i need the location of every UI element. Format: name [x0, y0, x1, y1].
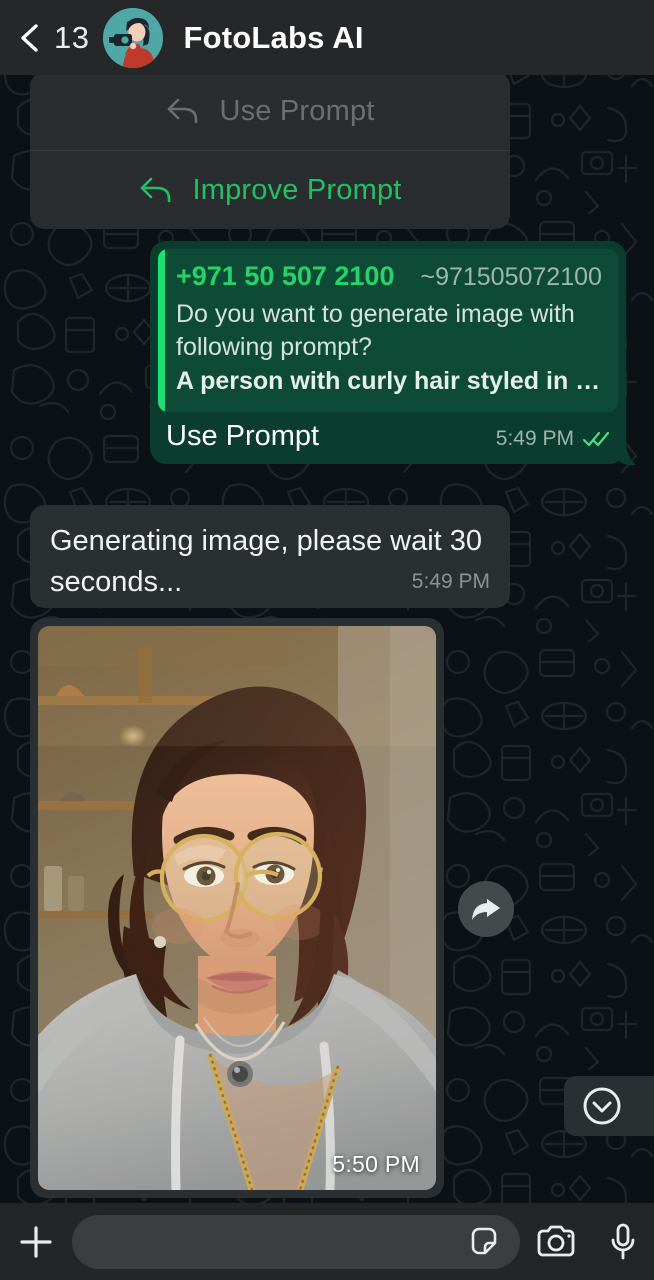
chevron-down-circle-icon — [583, 1087, 621, 1125]
message-timestamp: 5:49 PM — [411, 570, 490, 594]
menu-item-use-prompt[interactable]: Use Prompt — [30, 72, 510, 150]
menu-item-improve-prompt[interactable]: Improve Prompt — [30, 151, 510, 229]
message-timestamp: 5:49 PM — [495, 427, 574, 450]
image-message-bubble[interactable]: 5:50 PM — [30, 618, 444, 1198]
whatsapp-chat-screen: 13 FotoLabs AI Use Prompt Improve Prompt… — [0, 0, 654, 1280]
attach-plus-button[interactable] — [0, 1221, 72, 1263]
outgoing-message-text: Use Prompt — [166, 419, 320, 452]
incoming-message-bubble[interactable]: Generating image, please wait 30 seconds… — [30, 505, 510, 609]
message-composer-bar — [0, 1203, 654, 1280]
back-chevron-icon[interactable] — [14, 21, 48, 55]
camera-icon — [537, 1225, 575, 1256]
contact-avatar[interactable] — [103, 7, 164, 68]
quote-line-3: A person with curly hair styled in a car… — [176, 366, 604, 395]
contact-name[interactable]: FotoLabs AI — [183, 20, 363, 56]
scroll-to-bottom-button[interactable] — [564, 1076, 654, 1136]
double-check-icon — [582, 430, 612, 448]
reply-arrow-icon — [138, 173, 176, 207]
sticker-icon — [471, 1227, 497, 1254]
quote-line-2: following prompt? — [176, 333, 372, 362]
image-timestamp: 5:50 PM — [332, 1151, 420, 1177]
unread-count-badge[interactable]: 13 — [54, 20, 89, 56]
quote-line-1: Do you want to generate image with — [176, 300, 575, 328]
microphone-button[interactable] — [592, 1221, 654, 1263]
menu-item-label: Use Prompt — [219, 94, 375, 127]
quote-header: +971 50 507 2100 ~971505072100 — [176, 261, 604, 292]
forward-button[interactable] — [458, 881, 514, 937]
bubble-tail — [616, 439, 638, 467]
menu-item-label: Improve Prompt — [192, 173, 402, 206]
outgoing-message-bubble[interactable]: +971 50 507 2100 ~971505072100 Do you wa… — [150, 241, 636, 466]
plus-icon — [20, 1225, 52, 1258]
prompt-action-menu: Use Prompt Improve Prompt — [30, 72, 510, 229]
reply-arrow-icon — [165, 94, 203, 128]
quote-author: +971 50 507 2100 — [176, 261, 395, 291]
chat-header: 13 FotoLabs AI — [0, 0, 654, 75]
generated-portrait-photo[interactable]: 5:50 PM — [38, 626, 436, 1190]
sticker-button[interactable] — [466, 1224, 502, 1260]
message-meta: 5:49 PM — [496, 427, 612, 454]
quoted-message[interactable]: +971 50 507 2100 ~971505072100 Do you wa… — [158, 249, 618, 412]
message-input-field[interactable] — [72, 1214, 520, 1269]
camera-button[interactable] — [520, 1223, 592, 1261]
outgoing-message-body: Use Prompt 5:49 PM — [158, 412, 618, 464]
quote-accent-bar — [158, 249, 165, 412]
quote-handle: ~971505072100 — [420, 263, 602, 291]
microphone-icon — [611, 1223, 635, 1259]
